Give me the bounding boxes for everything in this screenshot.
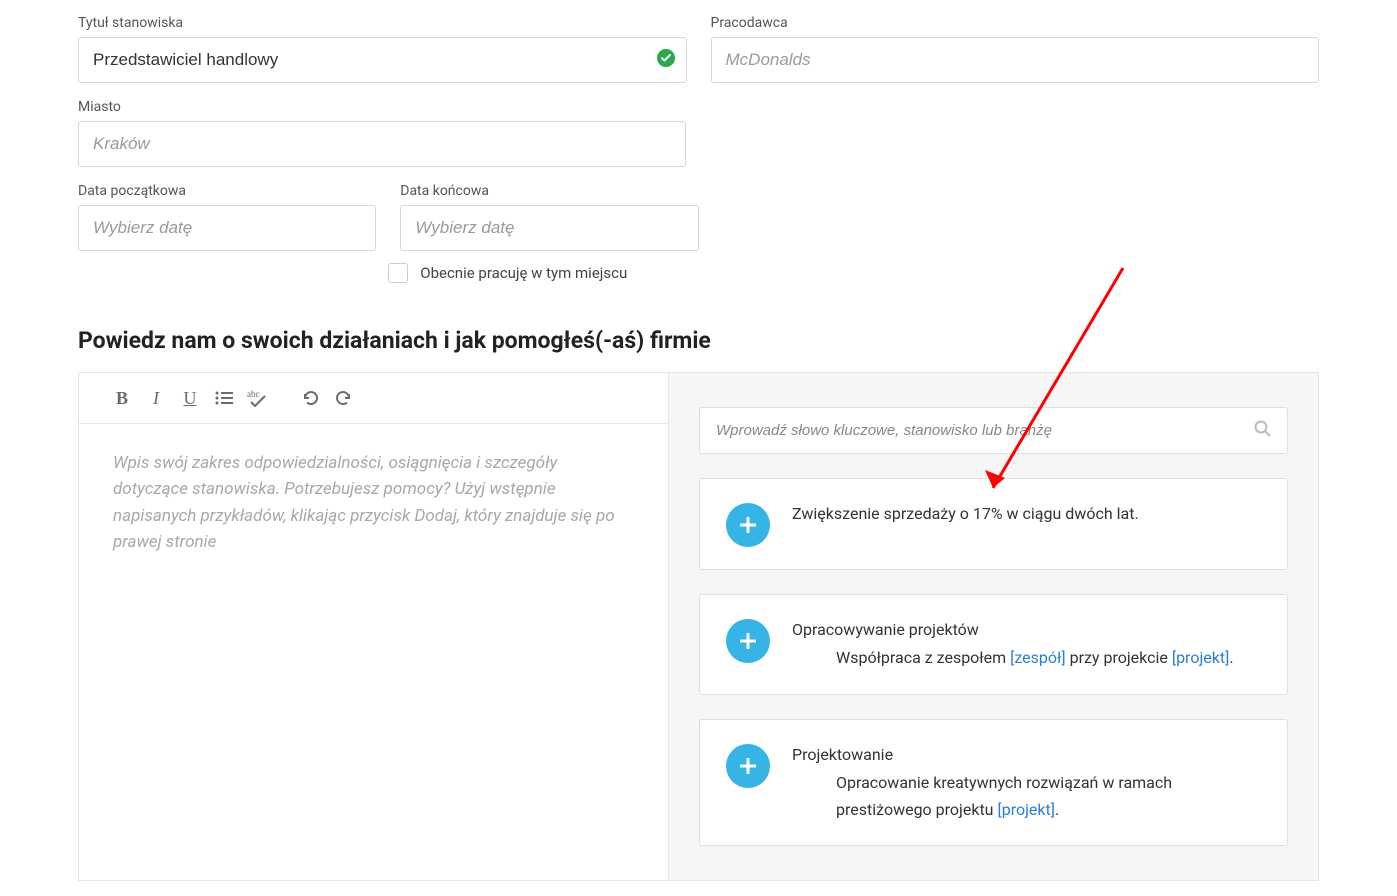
current-job-checkbox[interactable] [388, 263, 408, 283]
suggestion-text: Projektowanie Opracowanie kreatywnych ro… [792, 742, 1261, 823]
bold-button[interactable]: B [107, 385, 137, 411]
suggestion-text: Zwiększenie sprzedaży o 17% w ciągu dwóc… [792, 501, 1139, 527]
employer-input[interactable] [711, 37, 1320, 83]
suggestion-item: Opracowywanie projektów Współpraca z zes… [699, 594, 1288, 695]
city-label: Miasto [78, 99, 686, 115]
editor-placeholder: Wpis swój zakres odpowiedzialności, osią… [113, 450, 634, 555]
start-date-input[interactable] [78, 205, 376, 251]
city-input[interactable] [78, 121, 686, 167]
add-suggestion-button[interactable] [726, 619, 770, 663]
current-job-label: Obecnie pracuję w tym miejscu [420, 264, 627, 282]
employer-label: Pracodawca [711, 15, 1320, 31]
redo-button[interactable] [329, 385, 359, 411]
italic-button[interactable]: I [141, 385, 171, 411]
editor-textarea[interactable]: Wpis swój zakres odpowiedzialności, osią… [79, 424, 668, 854]
editor-toolbar: B I U abc [79, 373, 668, 424]
token-link[interactable]: [projekt] [1172, 648, 1230, 667]
end-date-input[interactable] [400, 205, 698, 251]
underline-button[interactable]: U [175, 385, 205, 411]
suggestion-text: Opracowywanie projektów Współpraca z zes… [792, 617, 1234, 672]
token-link[interactable]: [projekt] [997, 800, 1055, 819]
valid-check-icon [657, 49, 675, 71]
job-title-label: Tytuł stanowiska [78, 15, 687, 31]
undo-button[interactable] [295, 385, 325, 411]
search-icon [1254, 420, 1272, 442]
end-date-label: Data końcowa [400, 183, 698, 199]
spellcheck-button[interactable]: abc [243, 385, 273, 411]
token-link[interactable]: [zespół] [1010, 648, 1065, 667]
suggestion-item: Projektowanie Opracowanie kreatywnych ro… [699, 719, 1288, 846]
job-title-input[interactable] [78, 37, 687, 83]
suggestion-search-input[interactable] [699, 407, 1288, 454]
suggestion-item: Zwiększenie sprzedaży o 17% w ciągu dwóc… [699, 478, 1288, 570]
start-date-label: Data początkowa [78, 183, 376, 199]
bullet-list-button[interactable] [209, 385, 239, 411]
section-title: Powiedz nam o swoich działaniach i jak p… [78, 327, 1319, 354]
svg-text:abc: abc [247, 389, 260, 399]
add-suggestion-button[interactable] [726, 744, 770, 788]
add-suggestion-button[interactable] [726, 503, 770, 547]
